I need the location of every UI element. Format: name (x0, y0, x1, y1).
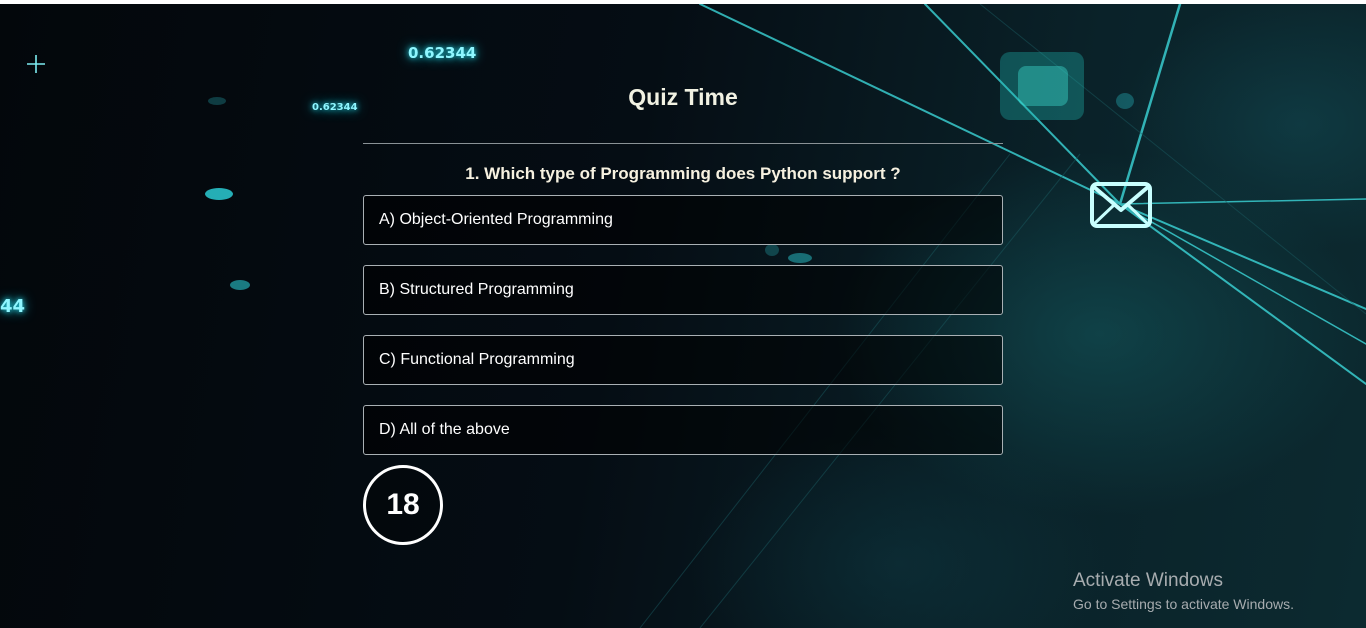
option-d-button[interactable]: D) All of the above (363, 405, 1003, 455)
option-label: A) Object-Oriented Programming (379, 211, 613, 228)
option-label: B) Structured Programming (379, 281, 574, 298)
quiz-title: Quiz Time (628, 84, 738, 110)
activate-windows-watermark: Activate Windows Go to Settings to activ… (1073, 570, 1294, 612)
option-c-button[interactable]: C) Functional Programming (363, 335, 1003, 385)
floating-number: 44 (0, 296, 26, 317)
mail-icon (1090, 182, 1152, 228)
option-a-button[interactable]: A) Object-Oriented Programming (363, 195, 1003, 245)
watermark-title: Activate Windows (1073, 570, 1223, 591)
countdown-timer: 18 (363, 465, 443, 545)
question-text: 1. Which type of Programming does Python… (465, 164, 901, 183)
option-b-button[interactable]: B) Structured Programming (363, 265, 1003, 315)
quiz-page-background: 0.62344 0.62344 44 Quiz Time 1. Which ty… (0, 4, 1366, 628)
watermark-subtitle: Go to Settings to activate Windows. (1073, 596, 1294, 612)
plus-icon (27, 55, 45, 73)
title-divider (363, 143, 1003, 144)
floating-number: 0.62344 (408, 44, 477, 62)
option-label: C) Functional Programming (379, 351, 575, 368)
option-label: D) All of the above (379, 421, 510, 438)
floating-number: 0.62344 (312, 102, 358, 113)
